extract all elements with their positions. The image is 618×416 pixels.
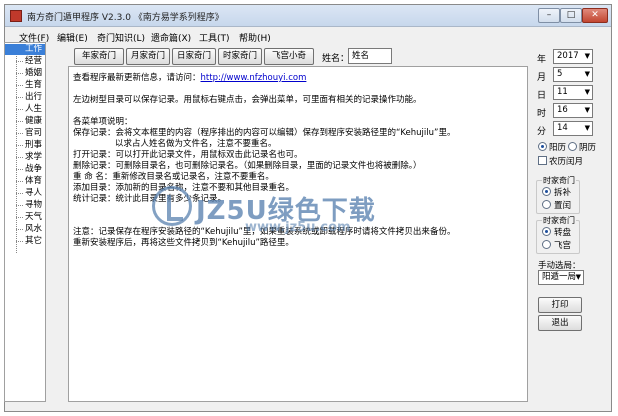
chevron-down-icon: ▼ <box>584 52 590 60</box>
tree-item-sports[interactable]: 体育 <box>5 176 45 187</box>
watermark-url: www.jz5u.com <box>245 220 351 235</box>
day-label: 日 <box>537 91 547 101</box>
month-label: 月 <box>537 73 547 83</box>
tree-item-work[interactable]: 工作 <box>5 44 45 55</box>
rotating-plate-radio[interactable] <box>542 227 551 236</box>
flying-palace-radio[interactable] <box>542 240 551 249</box>
tree-item-fengshui[interactable]: 风水 <box>5 224 45 235</box>
minimize-button[interactable]: – <box>538 8 560 23</box>
tree-item-health[interactable]: 健康 <box>5 116 45 127</box>
tree-item-travel[interactable]: 出行 <box>5 92 45 103</box>
menu-edit[interactable]: 编辑(E) <box>57 31 88 44</box>
text-line: 重新安装程序后，再将这些文件拷贝到“Kehujilu”路径里。 <box>73 238 294 248</box>
chevron-down-icon: ▼ <box>584 70 590 78</box>
tree-item-find-object[interactable]: 寻物 <box>5 200 45 211</box>
manual-ju-select[interactable]: 阳遁一局 ▼ <box>538 270 584 285</box>
menu-bar: 文件(F) 编辑(E) 奇门知识(L) 遗命篇(X) 工具(T) 帮助(H) <box>5 28 611 44</box>
day-value: 11 <box>557 87 568 97</box>
flying-palace-button[interactable]: 飞宫小奇 <box>264 48 314 65</box>
print-button[interactable]: 打印 <box>538 297 582 313</box>
chevron-down-icon: ▼ <box>584 124 590 132</box>
hour-label: 时 <box>537 109 547 119</box>
solar-calendar-label: 阳历 <box>549 143 567 153</box>
website-link[interactable]: http://www.nfzhouyi.com <box>201 73 307 83</box>
hour-select[interactable]: 16 ▼ <box>553 103 593 118</box>
tree-item-marriage[interactable]: 婚姻 <box>5 68 45 79</box>
group-2-title: 时家奇门 <box>542 215 576 226</box>
chevron-down-icon: ▼ <box>584 106 590 114</box>
year-value: 2017 <box>557 51 579 61</box>
watermark-logo-icon <box>152 186 192 226</box>
name-label: 姓名： <box>322 54 350 64</box>
tree-item-other[interactable]: 其它 <box>5 236 45 247</box>
month-select[interactable]: 5 ▼ <box>553 67 593 82</box>
chevron-down-icon: ▼ <box>584 88 590 96</box>
chaibu-label: 拆补 <box>554 188 572 198</box>
menu-qimen-knowledge[interactable]: 奇门知识(L) <box>97 31 145 44</box>
record-tree[interactable]: 工作 经营 婚姻 生育 出行 人生 健康 官司 刑事 求学 战争 体育 寻人 寻… <box>4 42 46 402</box>
rotating-plate-label: 转盘 <box>554 228 572 238</box>
name-input[interactable]: 姓名 <box>348 48 392 64</box>
zhirun-radio[interactable] <box>542 200 551 209</box>
tree-item-business[interactable]: 经营 <box>5 56 45 67</box>
menu-yiming[interactable]: 遗命篇(X) <box>151 31 191 44</box>
tree-item-lawsuit[interactable]: 官司 <box>5 128 45 139</box>
text-line: 左边树型目录可以保存记录。用鼠标右键点击，会弹出菜单，可里面有相关的记录操作功能… <box>73 95 422 105</box>
update-text: 查看程序最新更新信息，请访问： <box>73 73 201 83</box>
year-label: 年 <box>537 55 547 65</box>
maximize-button[interactable]: □ <box>560 8 582 23</box>
tree-item-childbirth[interactable]: 生育 <box>5 80 45 91</box>
menu-tools[interactable]: 工具(T) <box>199 31 230 44</box>
day-select[interactable]: 11 ▼ <box>553 85 593 100</box>
exit-button[interactable]: 退出 <box>538 315 582 331</box>
chaibu-radio[interactable] <box>542 187 551 196</box>
lunar-calendar-label: 阴历 <box>579 143 597 153</box>
tree-item-study[interactable]: 求学 <box>5 152 45 163</box>
lunar-leap-month-checkbox[interactable] <box>538 156 547 165</box>
close-button[interactable]: ✕ <box>582 8 608 23</box>
tree-item-criminal[interactable]: 刑事 <box>5 140 45 151</box>
tree-item-find-person[interactable]: 寻人 <box>5 188 45 199</box>
title-bar[interactable]: 南方奇门遁甲程序 V2.3.0 《南方易学系列程序》 – □ ✕ <box>5 5 611 27</box>
solar-calendar-radio[interactable] <box>538 142 547 151</box>
update-line: 查看程序最新更新信息，请访问：http://www.nfzhouyi.com <box>73 71 306 83</box>
lunar-leap-month-label: 农历闰月 <box>549 157 584 167</box>
app-icon <box>10 10 22 22</box>
group-1-title: 时家奇门 <box>542 175 576 186</box>
minute-value: 14 <box>557 123 568 133</box>
tree-item-weather[interactable]: 天气 <box>5 212 45 223</box>
tree-item-war[interactable]: 战争 <box>5 164 45 175</box>
zhirun-label: 置闰 <box>554 201 572 211</box>
year-select[interactable]: 2017 ▼ <box>553 49 593 64</box>
lunar-calendar-radio[interactable] <box>568 142 577 151</box>
chevron-down-icon: ▼ <box>575 273 581 281</box>
minute-select[interactable]: 14 ▼ <box>553 121 593 136</box>
hour-qimen-button[interactable]: 时家奇门 <box>218 48 262 65</box>
minute-label: 分 <box>537 127 547 137</box>
hour-value: 16 <box>557 105 568 115</box>
manual-ju-value: 阳遁一局 <box>542 272 577 282</box>
year-qimen-button[interactable]: 年家奇门 <box>74 48 124 65</box>
tree-item-life[interactable]: 人生 <box>5 104 45 115</box>
day-qimen-button[interactable]: 日家奇门 <box>172 48 216 65</box>
window-title: 南方奇门遁甲程序 V2.3.0 《南方易学系列程序》 <box>27 13 224 23</box>
month-qimen-button[interactable]: 月家奇门 <box>126 48 170 65</box>
menu-help[interactable]: 帮助(H) <box>239 31 271 44</box>
month-value: 5 <box>557 69 563 79</box>
flying-palace-label: 飞宫 <box>554 241 572 251</box>
